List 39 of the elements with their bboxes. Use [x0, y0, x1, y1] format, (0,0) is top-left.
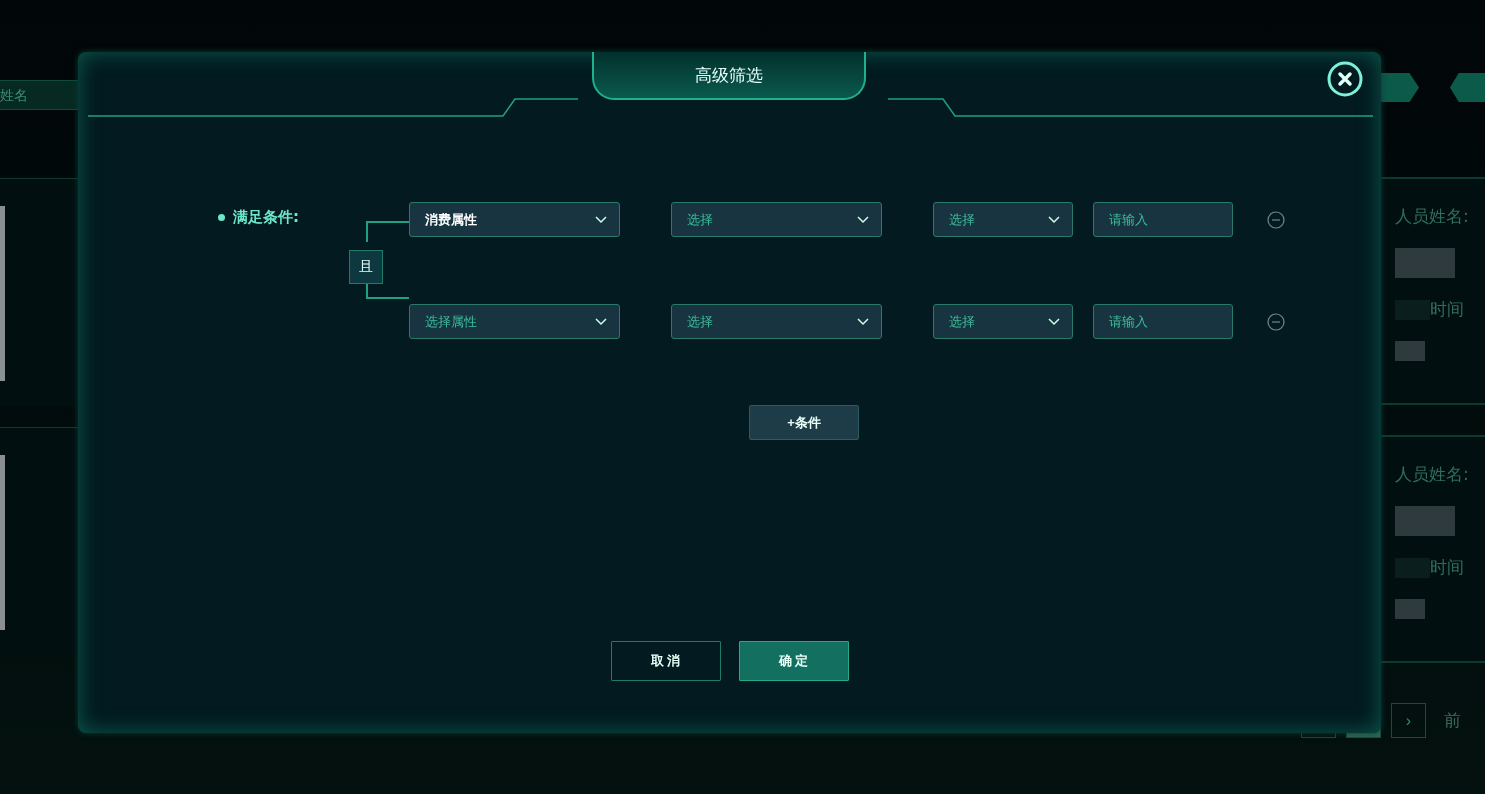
search-field[interactable]: 姓名	[0, 80, 80, 110]
cancel-button[interactable]: 取 消	[610, 641, 721, 681]
blurred-text-placeholder	[1395, 341, 1425, 361]
name-label: 人员姓名:	[1395, 205, 1470, 228]
blurred-text-placeholder	[1395, 506, 1455, 536]
condition-label: 满足条件:	[218, 202, 349, 232]
chevron-down-icon	[595, 317, 607, 326]
confirm-button[interactable]: 确 定	[738, 641, 849, 681]
next-page-button[interactable]: ›	[1391, 703, 1426, 738]
blurred-text-placeholder	[1395, 248, 1455, 278]
chevron-down-icon	[857, 317, 869, 326]
comparison-select[interactable]: 选择	[933, 202, 1073, 237]
chevron-down-icon	[595, 215, 607, 224]
close-icon	[1327, 61, 1363, 97]
remove-button[interactable]	[1267, 210, 1285, 229]
value-input[interactable]: 请输入	[1093, 202, 1233, 237]
attribute-select[interactable]: 消费属性	[409, 202, 620, 237]
minus-circle-icon	[1267, 210, 1285, 229]
time-label: 时间	[1430, 556, 1464, 579]
operator-select[interactable]: 选择	[671, 304, 882, 339]
chevron-down-icon	[857, 215, 869, 224]
remove-button[interactable]	[1267, 312, 1285, 331]
value-input[interactable]: 请输入	[1093, 304, 1233, 339]
name-label: 人员姓名:	[1395, 463, 1470, 486]
operator-select[interactable]: 选择	[671, 202, 882, 237]
logic-badge[interactable]: 且	[349, 250, 383, 284]
comparison-select[interactable]: 选择	[933, 304, 1073, 339]
pagination-text: 前	[1444, 709, 1461, 732]
dialog-title: 高级筛选	[592, 52, 866, 100]
close-button[interactable]	[1327, 61, 1363, 97]
time-label: 时间	[1430, 298, 1464, 321]
attribute-select[interactable]: 选择属性	[409, 304, 620, 339]
tab-shape[interactable]	[1450, 73, 1485, 102]
minus-circle-icon	[1267, 312, 1285, 331]
chevron-down-icon	[1048, 317, 1060, 326]
blurred-text-placeholder	[1395, 599, 1425, 619]
add-condition-button[interactable]: +条件	[749, 405, 859, 440]
chevron-down-icon	[1048, 215, 1060, 224]
tab-shape[interactable]	[1381, 73, 1419, 102]
